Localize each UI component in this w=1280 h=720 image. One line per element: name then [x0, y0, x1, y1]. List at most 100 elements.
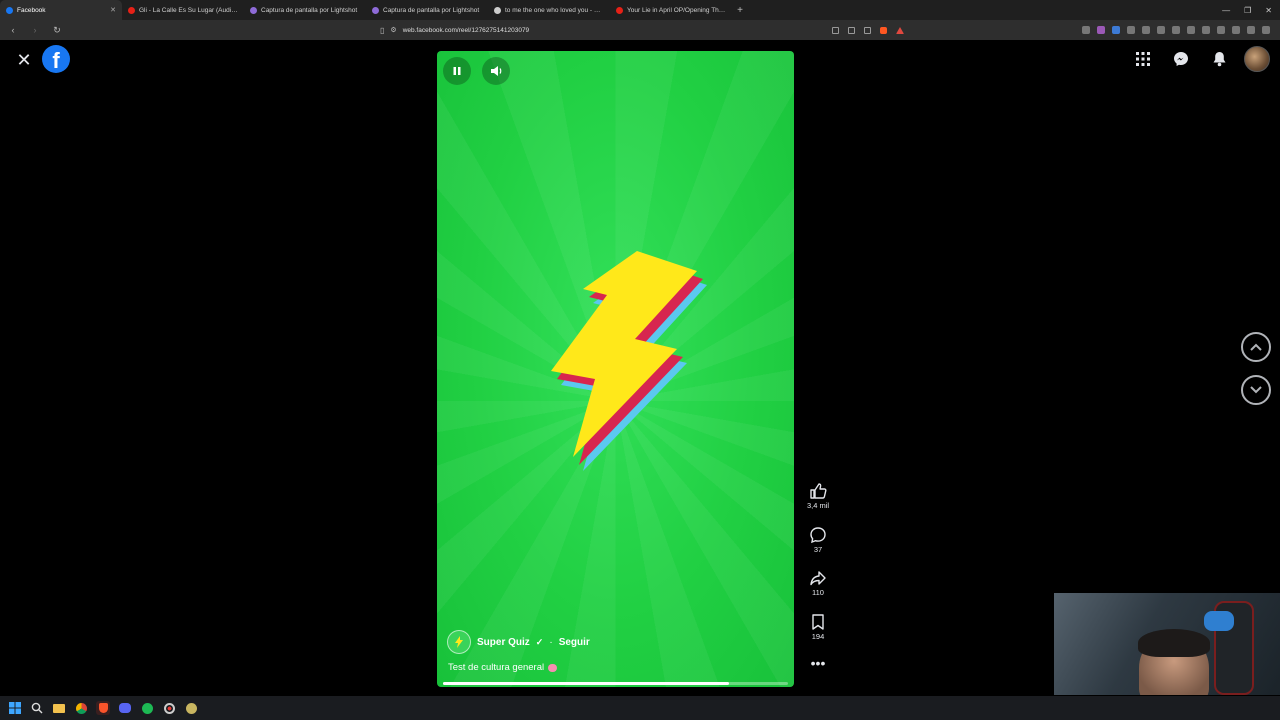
browser-tab[interactable]: Captura de pantalla por Lightshot — [366, 0, 488, 20]
discord-icon[interactable] — [118, 701, 132, 715]
menu-icon[interactable] — [1262, 26, 1270, 34]
comment-icon[interactable] — [809, 526, 827, 544]
youtube-favicon-icon — [616, 6, 623, 14]
follow-button[interactable]: Seguir — [559, 637, 590, 648]
taskbar — [0, 696, 1280, 720]
chrome-icon[interactable] — [74, 701, 88, 715]
share-count: 110 — [812, 588, 824, 597]
browser-tab[interactable]: Your Lie in April OP/Opening Theme — [610, 0, 732, 20]
author-avatar[interactable] — [447, 630, 471, 654]
caption-text: Test de cultura general — [448, 662, 545, 673]
share-icon[interactable] — [809, 569, 827, 587]
minimize-icon[interactable]: — — [1222, 6, 1230, 15]
comment-count: 37 — [813, 544, 823, 554]
close-window-icon[interactable]: ✕ — [1265, 6, 1272, 15]
windows-start-icon[interactable] — [8, 701, 22, 715]
bookmark-icon[interactable] — [809, 613, 827, 631]
forward-icon[interactable]: › — [28, 25, 42, 35]
save-action: 194 — [809, 613, 827, 657]
comment-action: 37 — [809, 526, 827, 570]
spotify-icon[interactable] — [140, 701, 154, 715]
back-icon[interactable]: ‹ — [6, 25, 20, 35]
url-text: web.facebook.com/reel/1276275141203079 — [402, 26, 530, 34]
headphones — [1204, 611, 1234, 631]
video-progress-bar[interactable] — [443, 682, 788, 685]
extensions-bar — [1082, 26, 1274, 34]
next-reel-button[interactable] — [1241, 375, 1271, 405]
brain-emoji-icon — [548, 663, 558, 672]
extension-icon[interactable] — [1082, 26, 1090, 34]
sidebar-icon[interactable] — [1202, 26, 1210, 34]
messenger-icon[interactable] — [1168, 46, 1194, 72]
lightshot-favicon-icon — [250, 6, 257, 14]
brave-rewards-icon[interactable] — [896, 26, 904, 34]
brave-shields-icon[interactable] — [880, 26, 887, 34]
search-icon[interactable] — [30, 701, 44, 715]
bookmark-icon[interactable]: ▯ — [380, 26, 384, 35]
close-reel-icon[interactable]: ✕ — [14, 50, 34, 70]
user-avatar[interactable] — [1244, 46, 1270, 72]
extension-icon[interactable] — [1097, 26, 1105, 34]
chevron-down-icon — [1250, 386, 1262, 394]
reel-video[interactable]: Super Quiz ✓ · Seguir Test de cultura ge… — [437, 51, 794, 687]
browser-toolbar: ‹ › ↻ ▯ ⚙ web.facebook.com/reel/12762751… — [0, 20, 1280, 40]
reel-actions: 3,4 mil 37 110 194 ••• — [803, 482, 833, 670]
file-explorer-icon[interactable] — [52, 701, 66, 715]
reel-author: Super Quiz ✓ · Seguir — [447, 630, 590, 654]
youtube-favicon-icon — [128, 6, 135, 14]
lightshot-favicon-icon — [372, 6, 379, 14]
browser-tab[interactable]: Gli - La Calle Es Su Lugar (Audio) - Yo — [122, 0, 244, 20]
like-icon[interactable] — [809, 482, 827, 500]
share-icon[interactable] — [864, 26, 871, 34]
webcam-overlay — [1054, 593, 1280, 695]
zoom-icon[interactable] — [848, 26, 855, 34]
restore-icon[interactable]: ❐ — [1244, 6, 1251, 15]
reading-list-icon[interactable] — [1187, 26, 1195, 34]
tab-title: Captura de pantalla por Lightshot — [261, 6, 358, 14]
leo-icon[interactable] — [1232, 26, 1240, 34]
pause-button[interactable] — [443, 57, 471, 85]
app-icon[interactable] — [184, 701, 198, 715]
browser-tab[interactable]: Facebook ✕ — [0, 0, 122, 20]
tab-title: Gli - La Calle Es Su Lugar (Audio) - Yo — [139, 6, 238, 14]
verified-badge-icon: ✓ — [535, 636, 544, 647]
volume-button[interactable] — [482, 57, 510, 85]
menu-grid-icon[interactable] — [1130, 46, 1156, 72]
cast-icon[interactable] — [832, 26, 839, 34]
like-action: 3,4 mil — [807, 482, 829, 526]
media-icon[interactable] — [1172, 26, 1180, 34]
notifications-bell-icon[interactable] — [1206, 46, 1232, 72]
like-count: 3,4 mil — [806, 501, 830, 510]
screen-recorder-icon[interactable] — [162, 701, 176, 715]
new-tab-icon[interactable]: + — [732, 5, 748, 16]
tab-close-icon[interactable]: ✕ — [110, 6, 116, 14]
brave-icon[interactable] — [96, 701, 110, 715]
top-right-actions — [1130, 46, 1270, 72]
extension-icon[interactable] — [1127, 26, 1135, 34]
extension-icon[interactable] — [1157, 26, 1165, 34]
facebook-logo-icon[interactable]: f — [42, 45, 70, 73]
window-controls: — ❐ ✕ — [1222, 6, 1280, 15]
extension-icon[interactable] — [1112, 26, 1120, 34]
share-action: 110 — [809, 569, 827, 613]
save-count: 194 — [811, 631, 825, 641]
browser-tab[interactable]: to me the one who loved you - Bus — [488, 0, 610, 20]
reel-caption: Test de cultura general — [448, 662, 558, 673]
lightning-bolt-icon — [551, 251, 707, 471]
wallet-icon[interactable] — [1217, 26, 1225, 34]
site-info-icon[interactable]: ⚙ — [390, 26, 396, 34]
vpn-icon[interactable] — [1247, 26, 1255, 34]
author-name[interactable]: Super Quiz — [477, 637, 530, 648]
address-bar[interactable]: ▯ ⚙ web.facebook.com/reel/12762751412030… — [372, 23, 912, 37]
tab-title: to me the one who loved you - Bus — [505, 6, 604, 14]
reload-icon[interactable]: ↻ — [50, 25, 64, 36]
browser-tab[interactable]: Captura de pantalla por Lightshot — [244, 0, 366, 20]
streamer-hair — [1138, 629, 1210, 657]
address-bar-actions — [832, 26, 904, 34]
google-favicon-icon — [494, 6, 501, 14]
separator: · — [549, 636, 553, 648]
extension-icon[interactable] — [1142, 26, 1150, 34]
previous-reel-button[interactable] — [1241, 332, 1271, 362]
more-options-icon[interactable]: ••• — [811, 656, 826, 670]
progress-fill — [443, 682, 730, 685]
